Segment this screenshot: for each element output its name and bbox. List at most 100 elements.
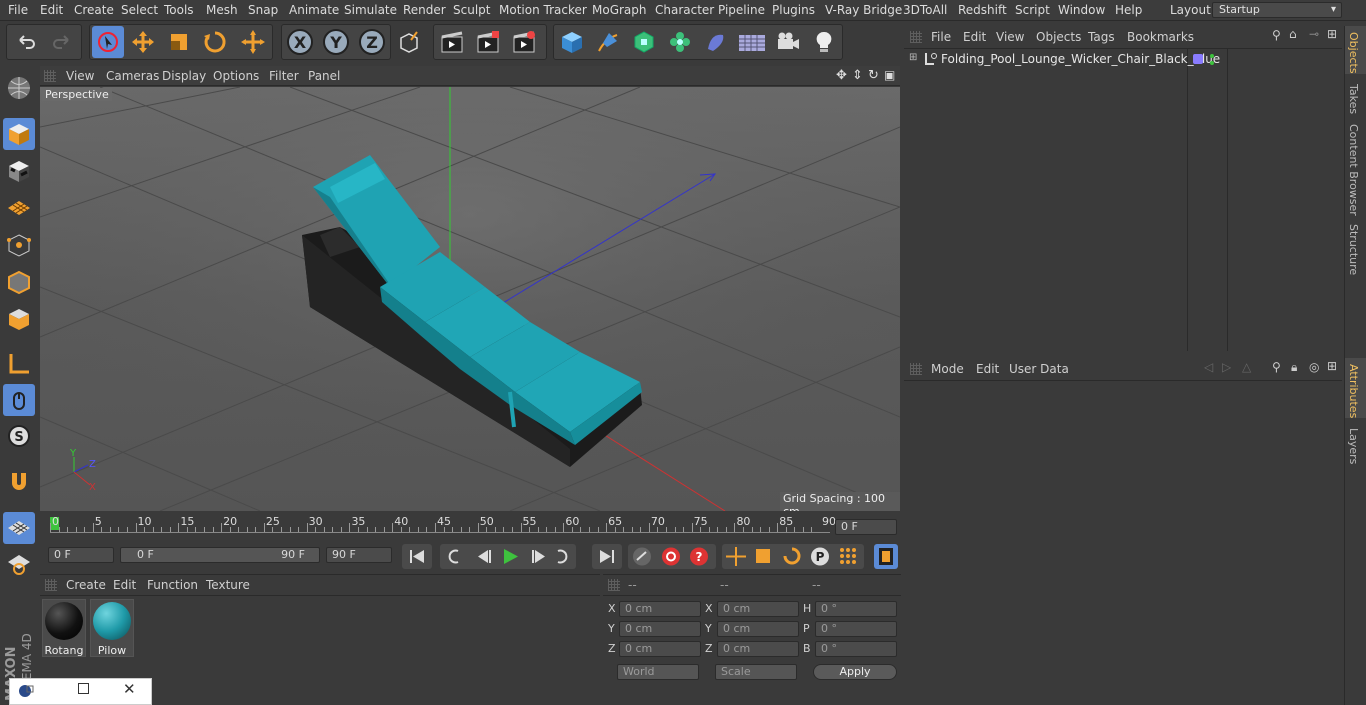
edges-mode-icon[interactable] [3, 266, 35, 298]
workplane-icon[interactable] [3, 192, 35, 224]
move-icon[interactable] [127, 26, 159, 58]
tab-objects[interactable]: Objects [1347, 32, 1360, 74]
cube-icon[interactable] [556, 26, 588, 58]
axis-x-button[interactable]: X [284, 26, 316, 58]
apply-button[interactable]: Apply [813, 664, 897, 680]
menu-edit[interactable]: Edit [40, 3, 63, 17]
close-icon[interactable]: ✕ [123, 680, 136, 698]
frame-range-slider[interactable]: 0 F 90 F [120, 547, 320, 563]
grid-snap-icon[interactable] [3, 512, 35, 544]
position-z-field[interactable]: 0 cm [619, 641, 701, 657]
tab-attributes[interactable]: Attributes [1347, 364, 1360, 418]
back-icon[interactable]: ⊸ [1309, 27, 1319, 41]
viewport-menu-view[interactable]: View [66, 69, 94, 83]
menu-render[interactable]: Render [403, 3, 446, 17]
attr-menu-mode[interactable]: Mode [931, 362, 964, 376]
coordinate-system-icon[interactable] [393, 26, 425, 58]
redo-icon[interactable] [46, 26, 78, 58]
new-panel-icon[interactable]: ⊞ [1327, 27, 1337, 41]
target-icon[interactable]: ◎ [1309, 360, 1319, 374]
tab-content-browser[interactable]: Content Browser [1347, 124, 1360, 216]
current-frame-field[interactable]: 0 F [835, 519, 897, 535]
render-picture-viewer-icon[interactable] [472, 26, 504, 58]
menu-help[interactable]: Help [1115, 3, 1142, 17]
viewport-rotate-icon[interactable]: ↻ [868, 68, 879, 83]
scale-icon[interactable] [163, 26, 195, 58]
attr-menu-user-data[interactable]: User Data [1009, 362, 1069, 376]
menu-redshift[interactable]: Redshift [958, 3, 1007, 17]
search-icon[interactable]: ⚲ [1272, 360, 1281, 374]
object-menu-tags[interactable]: Tags [1088, 30, 1115, 44]
menu-select[interactable]: Select [121, 3, 158, 17]
start-frame-field[interactable]: 0 F [48, 547, 114, 563]
menu-create[interactable]: Create [74, 3, 114, 17]
live-select-icon[interactable] [92, 26, 124, 58]
render-view-icon[interactable] [436, 26, 468, 58]
locked-workplane-icon[interactable] [3, 548, 35, 580]
viewport-zoom-icon[interactable]: ⇕ [852, 68, 863, 83]
attr-menu-edit[interactable]: Edit [976, 362, 999, 376]
menu-window[interactable]: Window [1058, 3, 1105, 17]
axis-z-button[interactable]: Z [356, 26, 388, 58]
tab-structure[interactable]: Structure [1347, 224, 1360, 275]
menu-motion-tracker[interactable]: Motion Tracker [499, 3, 587, 17]
search-icon[interactable]: ⚲ [1272, 28, 1281, 42]
camera-icon[interactable] [772, 26, 804, 58]
object-menu-file[interactable]: File [931, 30, 951, 44]
menu-snap[interactable]: Snap [248, 3, 278, 17]
menu-3dtoall[interactable]: 3DToAll [903, 3, 947, 17]
home-icon[interactable]: ⌂ [1289, 27, 1297, 41]
snap-magnet-icon[interactable] [3, 466, 35, 498]
subdivision-icon[interactable] [628, 26, 660, 58]
size-y-field[interactable]: 0 cm [717, 621, 799, 637]
polygons-mode-icon[interactable] [3, 303, 35, 335]
viewport-menu-cameras[interactable]: Cameras [106, 69, 159, 83]
size-x-field[interactable]: 0 cm [717, 601, 799, 617]
tab-layers[interactable]: Layers [1347, 428, 1360, 464]
goto-start-button[interactable] [402, 544, 432, 569]
menu-simulate[interactable]: Simulate [344, 3, 397, 17]
menu-mograph[interactable]: MoGraph [592, 3, 647, 17]
pen-spline-icon[interactable] [592, 26, 624, 58]
menu-plugins[interactable]: Plugins [772, 3, 815, 17]
material-menu-edit[interactable]: Edit [113, 578, 136, 592]
nav-back-icon[interactable]: ◁ [1204, 360, 1213, 374]
menu-tools[interactable]: Tools [164, 3, 194, 17]
menu-sculpt[interactable]: Sculpt [453, 3, 490, 17]
transform-icon[interactable] [237, 26, 269, 58]
timeline-ruler[interactable]: 0 5 10 15 20 25 30 35 40 45 50 55 60 65 70 75 80 85 90 0 F [40, 511, 900, 543]
goto-end-button[interactable] [592, 544, 622, 569]
material-menu-create[interactable]: Create [66, 578, 106, 592]
nav-forward-icon[interactable]: ▷ [1222, 360, 1231, 374]
tree-row[interactable]: ⊞ Folding_Pool_Lounge_Wicker_Chair_Black… [904, 51, 1342, 69]
menu-mesh[interactable]: Mesh [206, 3, 238, 17]
maximize-icon[interactable] [78, 683, 89, 694]
menu-vray-bridge[interactable]: V-Ray Bridge [825, 3, 902, 17]
floor-icon[interactable] [736, 26, 768, 58]
end-frame-field[interactable]: 90 F [326, 547, 392, 563]
object-menu-edit[interactable]: Edit [963, 30, 986, 44]
material-menu-function[interactable]: Function [147, 578, 198, 592]
size-z-field[interactable]: 0 cm [717, 641, 799, 657]
coordinate-system-dropdown[interactable]: World [617, 664, 699, 680]
3d-viewport[interactable]: Perspective Y Z X Grid Spacing : 100 cm [40, 87, 900, 511]
menu-animate[interactable]: Animate [289, 3, 339, 17]
size-mode-dropdown[interactable]: Scale [715, 664, 797, 680]
texture-mode-icon[interactable] [3, 155, 35, 187]
tab-takes[interactable]: Takes [1347, 84, 1360, 114]
object-name[interactable]: Folding_Pool_Lounge_Wicker_Chair_Black_B… [941, 52, 1220, 66]
material-swatch[interactable]: Rotang [42, 599, 86, 657]
deformer-icon[interactable] [700, 26, 732, 58]
mograph-cloner-icon[interactable] [664, 26, 696, 58]
solo-icon[interactable]: S [3, 420, 35, 452]
tweak-mode-icon[interactable] [3, 384, 35, 416]
points-mode-icon[interactable] [3, 229, 35, 261]
layout-dropdown[interactable]: Startup [1212, 2, 1342, 18]
viewport-menu-display[interactable]: Display [162, 69, 206, 83]
visibility-dots-icon[interactable] [1209, 53, 1215, 70]
undo-icon[interactable] [10, 26, 42, 58]
position-y-field[interactable]: 0 cm [619, 621, 701, 637]
menu-character[interactable]: Character [655, 3, 714, 17]
viewport-maximize-icon[interactable]: ▣ [884, 68, 895, 82]
light-icon[interactable] [808, 26, 840, 58]
